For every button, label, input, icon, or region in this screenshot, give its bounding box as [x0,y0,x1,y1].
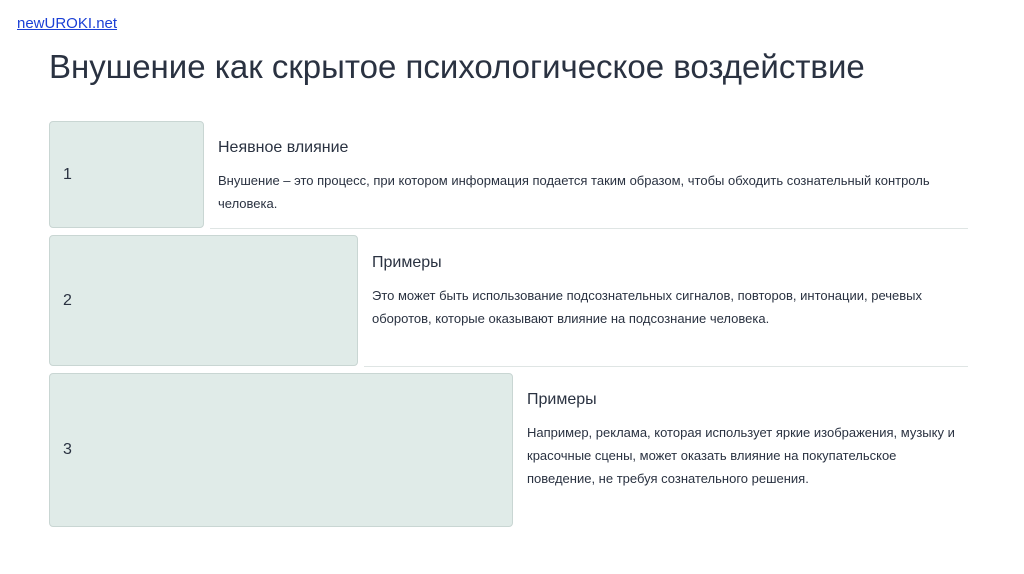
step-3-number: 3 [63,441,72,458]
step-3-description: Например, реклама, которая использует яр… [527,425,955,486]
step-1-text: Неявное влияние Внушение – это процесс, … [218,139,958,215]
step-2-box: 2 [49,235,358,366]
step-3-box: 3 [49,373,513,527]
step-1-divider [210,228,968,229]
step-1-box: 1 [49,121,204,228]
step-2-description: Это может быть использование подсознател… [372,288,922,326]
step-1-number: 1 [63,165,72,183]
step-3-text: Примеры Например, реклама, которая испол… [527,391,957,490]
step-3-title: Примеры [527,391,597,408]
step-2-divider [364,366,968,367]
step-1-title: Неявное влияние [218,139,349,156]
step-2-number: 2 [63,291,72,309]
step-2-text: Примеры Это может быть использование под… [372,254,952,330]
slide-title: Внушение как скрытое психологическое воз… [49,48,865,85]
brand-link[interactable]: newUROKI.net [17,15,117,32]
step-1-description: Внушение – это процесс, при котором инфо… [218,173,930,211]
step-2-title: Примеры [372,254,442,271]
